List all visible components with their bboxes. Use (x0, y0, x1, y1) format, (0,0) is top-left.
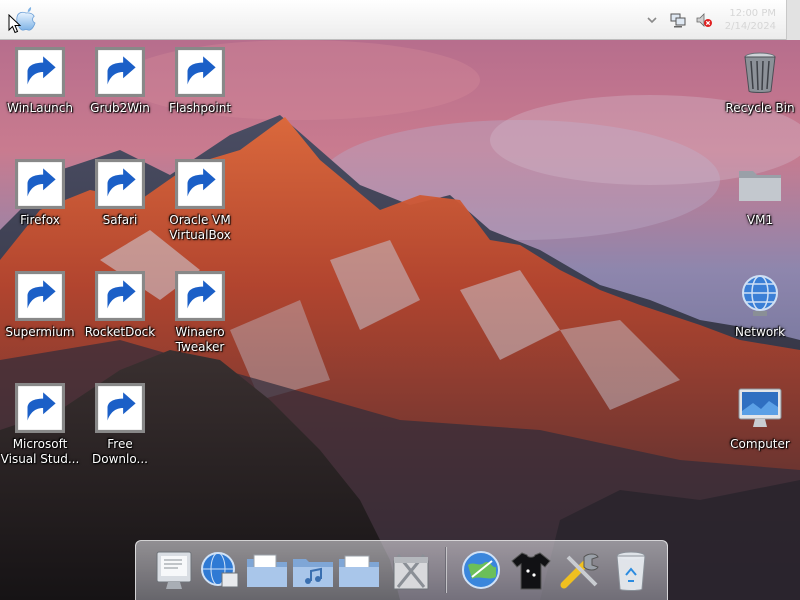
winlaunch-icon (15, 47, 65, 97)
desktop-icon-label: VM1 (746, 213, 774, 227)
free-download-manager-icon (95, 383, 145, 433)
applications-icon (393, 554, 429, 590)
network-icon (735, 271, 785, 321)
rocketdock-icon: R (95, 271, 145, 321)
dock-item-pictures[interactable] (336, 547, 382, 593)
shortcut-arrow-icon (95, 159, 145, 209)
desktop-icon-label: Computer (730, 437, 790, 451)
desktop-icon-label: Microsoft Visual Stud... (0, 437, 80, 466)
desktop-icon-label: WinLaunch (7, 101, 73, 115)
desktop-icon-computer[interactable]: Computer (720, 383, 800, 452)
desktop-icon-rocketdock[interactable]: R RocketDock (80, 271, 160, 340)
dock-item-clothing[interactable] (508, 547, 554, 593)
chevron-down-icon[interactable] (643, 11, 661, 29)
desktop-icon-label: Winaero Tweaker (175, 325, 225, 354)
shortcut-arrow-icon (175, 159, 225, 209)
shortcut-arrow-icon (95, 271, 145, 321)
desktop-icon-label: Grub2Win (90, 101, 150, 115)
desktop-icon-vm1[interactable]: VM1 (720, 159, 800, 228)
virtualbox-icon (175, 159, 225, 209)
music-folder-icon (293, 559, 333, 587)
safari-icon (95, 159, 145, 209)
dock-item-applications[interactable] (388, 547, 434, 593)
desktop-icon-label: RocketDock (84, 325, 156, 339)
system-tray: 12:00 PM 2/14/2024 (643, 0, 776, 40)
system-clock[interactable]: 12:00 PM 2/14/2024 (725, 7, 776, 33)
grub2win-icon (95, 47, 145, 97)
top-menu-bar: 12:00 PM 2/14/2024 (0, 0, 800, 40)
dock-bar (135, 540, 668, 600)
desktop-icon-winlaunch[interactable]: WinLaunch (0, 47, 80, 116)
desktop-icon-label: Network (734, 325, 786, 339)
shortcut-arrow-icon (15, 271, 65, 321)
internet-globe-icon (462, 551, 500, 589)
dock-item-utilities[interactable] (558, 547, 604, 593)
globe-icon (201, 552, 239, 588)
dock-item-internet[interactable] (458, 547, 504, 593)
shortcut-arrow-icon (175, 271, 225, 321)
flashpoint-icon (175, 47, 225, 97)
firefox-icon (15, 159, 65, 209)
desktop-icon-free-download[interactable]: Free Downlo... (80, 383, 160, 467)
desktop-icon-label: Safari (102, 213, 138, 227)
shortcut-arrow-icon (95, 47, 145, 97)
volume-muted-icon[interactable] (695, 11, 713, 29)
menubar-edge-strip (786, 0, 800, 40)
desktop-icon-virtualbox[interactable]: Oracle VM VirtualBox (160, 159, 240, 243)
desktop-icon-firefox[interactable]: Firefox (0, 159, 80, 228)
computer-monitor-icon (735, 383, 785, 433)
shortcut-arrow-icon (15, 383, 65, 433)
tshirt-icon (511, 552, 551, 590)
desktop-icon-network[interactable]: Network (720, 271, 800, 340)
visual-studio-icon (15, 383, 65, 433)
dock-separator (445, 547, 447, 593)
documents-folder-icon (247, 554, 287, 587)
tools-icon (560, 553, 599, 589)
desktop-icon-safari[interactable]: Safari (80, 159, 160, 228)
winaero-tweaker-icon (175, 271, 225, 321)
desktop-icon-label: Oracle VM VirtualBox (169, 213, 231, 242)
shortcut-arrow-icon (15, 47, 65, 97)
dock-item-network-browser[interactable] (198, 547, 244, 593)
desktop-icon-label: Flashpoint (168, 101, 232, 115)
shortcut-arrow-icon (95, 383, 145, 433)
desktop-icon-label: Free Downlo... (92, 437, 148, 466)
desktop-icon-flashpoint[interactable]: Flashpoint (160, 47, 240, 116)
recycle-bin-icon (735, 47, 785, 97)
desktop-icon-recycle-bin[interactable]: Recycle Bin (720, 47, 800, 116)
desktop-icon-winaero-tweaker[interactable]: Winaero Tweaker (160, 271, 240, 355)
desktop-icon-supermium[interactable]: Supermium (0, 271, 80, 340)
pictures-folder-icon (339, 555, 379, 587)
finder-icon (156, 551, 192, 589)
dock-item-finder[interactable] (152, 547, 198, 593)
mouse-pointer-icon (8, 14, 22, 34)
desktop-icon-visual-studio[interactable]: Microsoft Visual Stud... (0, 383, 80, 467)
desktop-icon-label: Recycle Bin (725, 101, 795, 115)
network-status-icon[interactable] (669, 11, 687, 29)
supermium-icon (15, 271, 65, 321)
dock-item-music[interactable] (290, 547, 336, 593)
shortcut-arrow-icon (15, 159, 65, 209)
clock-date: 2/14/2024 (724, 21, 776, 32)
desktop-icon-label: Firefox (20, 213, 60, 227)
dock-item-trash[interactable] (608, 547, 654, 593)
trash-icon (616, 551, 646, 591)
folder-icon (735, 159, 785, 209)
shortcut-arrow-icon (175, 47, 225, 97)
desktop-icon-grub2win[interactable]: Grub2Win (80, 47, 160, 116)
desktop-icon-label: Supermium (5, 325, 75, 339)
clock-time: 12:00 PM (729, 8, 776, 19)
dock-item-documents[interactable] (244, 547, 290, 593)
